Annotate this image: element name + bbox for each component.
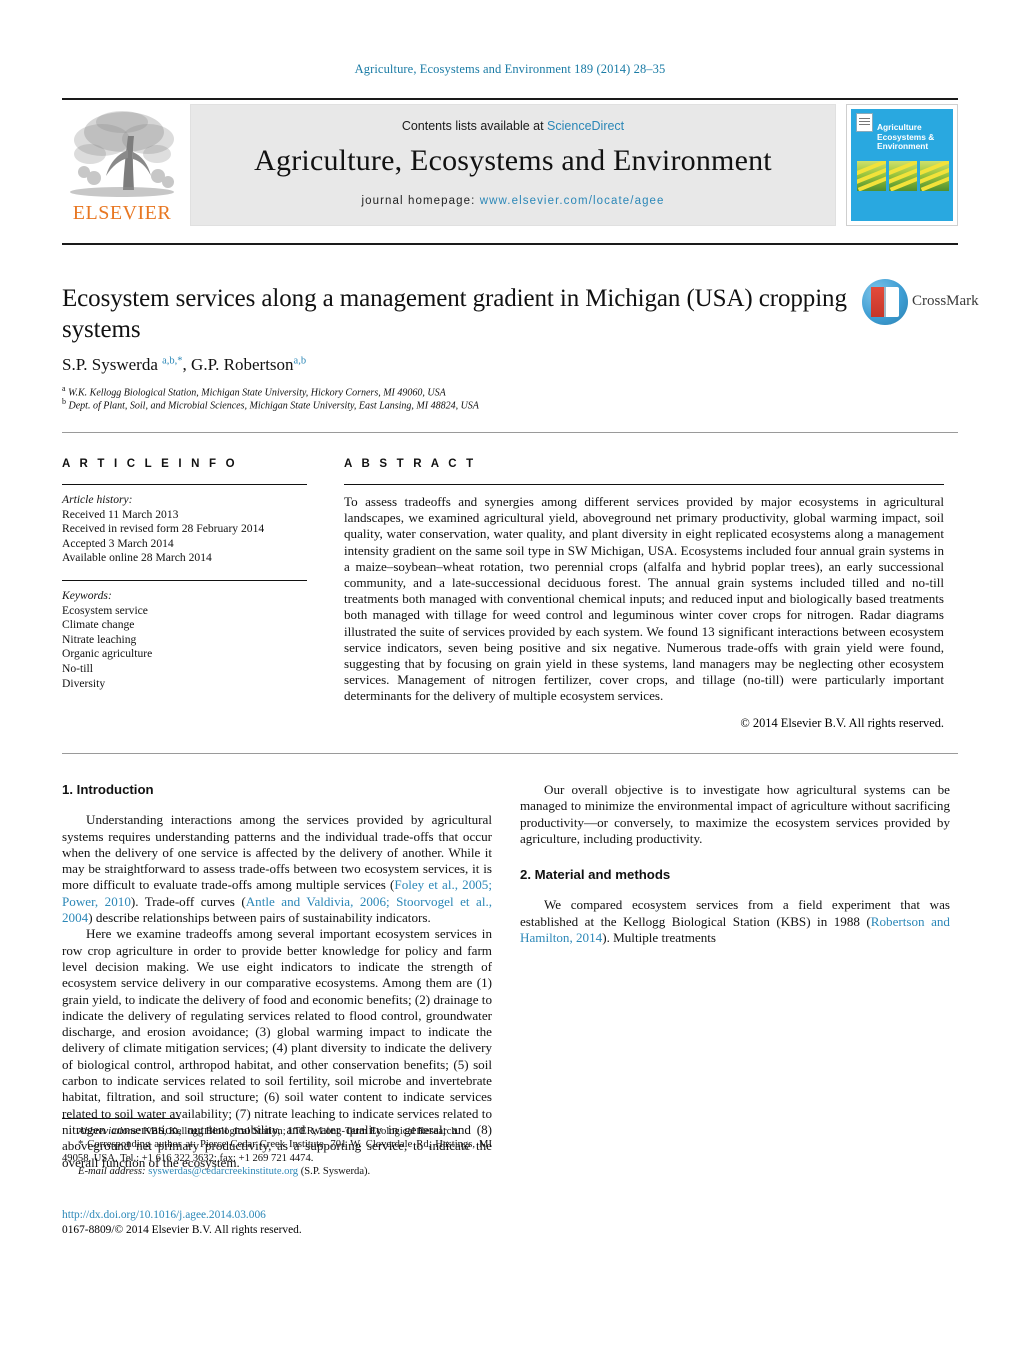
footnote-abbreviations: Abbreviations: KBS, Kellogg Biological S… <box>62 1125 492 1138</box>
keywords-rule <box>62 579 307 581</box>
methods-p1-text-b: ). Multiple treatments <box>602 930 717 946</box>
abbrev-label: Abbreviations: <box>78 1126 141 1137</box>
footnote-corresponding-author: * Corresponding author at: Pierce Cedar … <box>62 1139 492 1164</box>
email-suffix: (S.P. Syswerda). <box>298 1166 371 1178</box>
keyword-2: Nitrate leaching <box>62 632 137 646</box>
footnote-email: E-mail address: syswerdas@cedarcreekinst… <box>62 1165 492 1178</box>
homepage-url-link[interactable]: www.elsevier.com/locate/agee <box>480 195 665 207</box>
affiliation-b: b Dept. of Plant, Soil, and Microbial Sc… <box>62 397 479 412</box>
history-item-2: Accepted 3 March 2014 <box>62 536 174 550</box>
footnote-rule <box>62 1118 180 1119</box>
history-item-3: Available online 28 March 2014 <box>62 551 212 565</box>
affiliation-b-text: Dept. of Plant, Soil, and Microbial Scie… <box>68 400 479 412</box>
sciencedirect-panel: Contents lists available at ScienceDirec… <box>190 104 836 226</box>
footnotes-block: Abbreviations: KBS, Kellogg Biological S… <box>62 1118 492 1179</box>
article-info-column: A R T I C L E I N F O Article history: R… <box>62 458 307 691</box>
paper-page: Agriculture, Ecosystems and Environment … <box>0 0 1020 1351</box>
intro-paragraph-3: Our overall objective is to investigate … <box>520 782 950 846</box>
contents-prefix: Contents lists available at <box>401 119 548 133</box>
abbrev-text: KBS, Kellogg Biological Station; LTER, L… <box>140 1126 460 1137</box>
cover-artwork: Agriculture Ecosystems & Environment <box>851 109 953 221</box>
body-column-left: 1. Introduction Understanding interactio… <box>62 782 492 1171</box>
keywords-label: Keywords: <box>62 588 112 602</box>
contents-line: Contents lists available at ScienceDirec… <box>191 105 835 133</box>
cover-title-text: Agriculture Ecosystems & Environment <box>877 122 935 151</box>
crossmark-label: CrossMark <box>912 293 979 309</box>
author-affil-marker-1: a,b,* <box>162 355 183 367</box>
homepage-label: journal homepage: <box>361 195 480 207</box>
abstract-rule <box>344 484 944 485</box>
journal-title: Agriculture, Ecosystems and Environment <box>254 144 772 177</box>
crossmark-icon <box>862 279 908 325</box>
cover-photo-2 <box>888 161 918 191</box>
article-history-label: Article history: <box>62 493 133 506</box>
journal-homepage-line: journal homepage: www.elsevier.com/locat… <box>191 195 835 207</box>
running-head: Agriculture, Ecosystems and Environment … <box>354 62 666 76</box>
abstract-copyright: © 2014 Elsevier B.V. All rights reserved… <box>740 715 944 730</box>
article-info-rule <box>62 484 307 485</box>
issn-copyright-line: 0167-8809/© 2014 Elsevier B.V. All right… <box>62 1223 302 1236</box>
email-link[interactable]: syswerdas@cedarcreekinstitute.org <box>148 1166 298 1177</box>
elsevier-wordmark: ELSEVIER <box>72 202 172 224</box>
keyword-5: Diversity <box>62 676 106 690</box>
crossmark-book-icon <box>871 287 899 317</box>
history-item-1: Received in revised form 28 February 201… <box>62 522 265 536</box>
history-item-0: Received 11 March 2013 <box>62 507 179 521</box>
abstract-heading: A B S T R A C T <box>344 458 477 470</box>
crossmark-badge[interactable]: CrossMark <box>862 279 979 329</box>
article-info-heading: A R T I C L E I N F O <box>62 458 238 470</box>
elsevier-logo: ELSEVIER <box>62 106 182 228</box>
cover-photo-strip <box>857 161 950 191</box>
title-bottom-rule <box>62 432 958 433</box>
author-affil-marker-2: a,b <box>293 355 307 367</box>
cover-photo-3 <box>920 161 950 191</box>
header-bottom-rule <box>62 243 958 245</box>
article-history-block: Article history: Received 11 March 2013 … <box>62 493 307 566</box>
header-top-rule <box>62 98 958 100</box>
intro-paragraph-1: Understanding interactions among the ser… <box>62 812 492 926</box>
keyword-4: No-till <box>62 661 93 675</box>
keyword-0: Ecosystem service <box>62 603 148 617</box>
body-column-right: Our overall objective is to investigate … <box>520 782 950 946</box>
section-heading-methods: 2. Material and methods <box>520 867 671 883</box>
doi-block: http://dx.doi.org/10.1016/j.agee.2014.03… <box>62 1208 492 1237</box>
abstract-text: To assess tradeoffs and synergies among … <box>344 494 944 704</box>
cover-photo-1 <box>857 161 886 191</box>
sciencedirect-link[interactable]: ScienceDirect <box>547 119 624 133</box>
section-heading-introduction: 1. Introduction <box>62 782 154 797</box>
page-title: Ecosystem services along a management gr… <box>62 285 847 343</box>
keyword-1: Climate change <box>62 618 135 632</box>
elsevier-tree-icon <box>62 106 182 202</box>
email-label: E-mail address: <box>78 1166 146 1178</box>
author-list: S.P. Syswerda a,b,*, G.P. Robertsona,b <box>62 355 307 374</box>
abstract-column: A B S T R A C T To assess tradeoffs and … <box>344 458 944 731</box>
intro-p1-text-c: ) describe relationships between pairs o… <box>88 910 431 926</box>
doi-link[interactable]: http://dx.doi.org/10.1016/j.agee.2014.03… <box>62 1208 492 1223</box>
cover-badge-icon <box>856 113 873 132</box>
keywords-block: Keywords: Ecosystem service Climate chan… <box>62 589 307 691</box>
journal-cover-thumbnail[interactable]: Agriculture Ecosystems & Environment <box>846 104 958 226</box>
journal-header-band: ELSEVIER Contents lists available at Sci… <box>62 104 958 228</box>
abstract-bottom-rule <box>62 753 958 754</box>
keyword-3: Organic agriculture <box>62 647 153 661</box>
methods-paragraph-1: We compared ecosystem services from a fi… <box>520 897 950 946</box>
intro-p1-text-b: ). Trade-off curves ( <box>130 893 246 909</box>
